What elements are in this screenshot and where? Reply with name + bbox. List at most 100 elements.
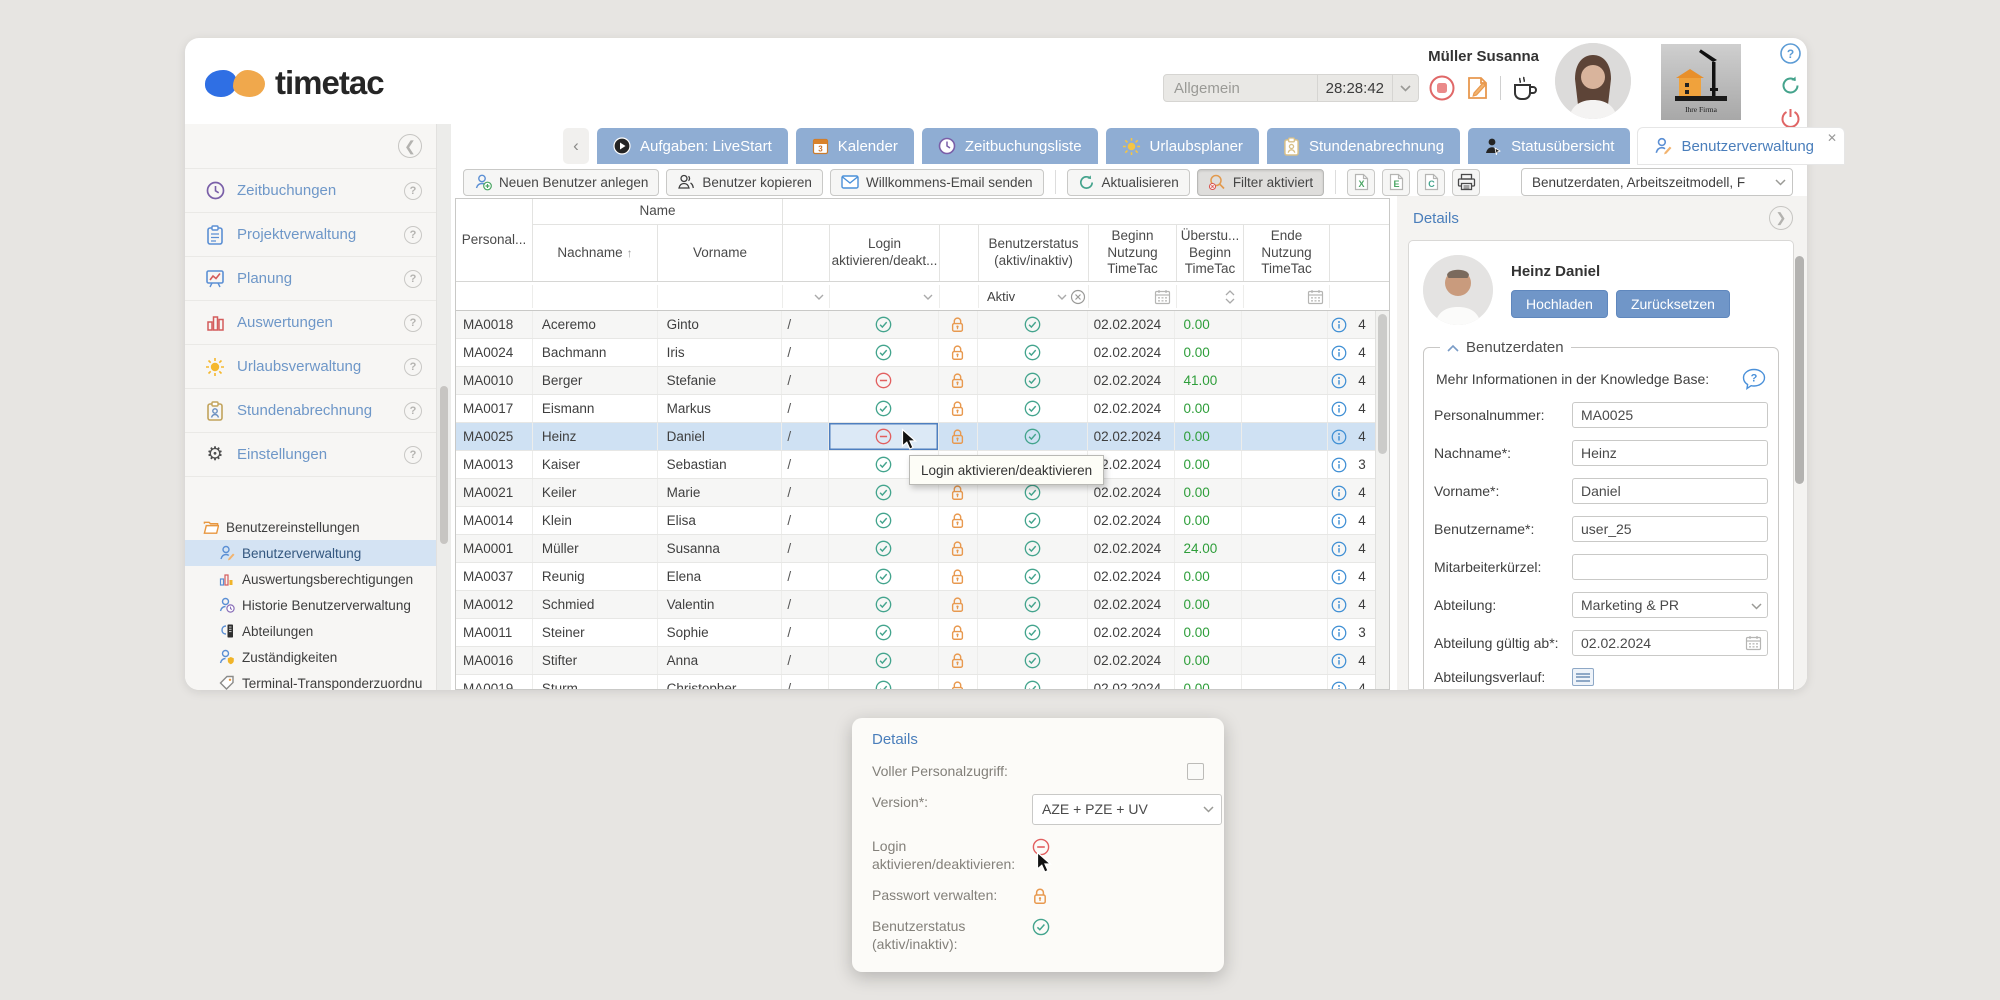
tab-kalender[interactable]: 3 Kalender xyxy=(796,128,914,164)
logout-power-icon[interactable] xyxy=(1780,107,1801,128)
help-icon[interactable]: ? xyxy=(1780,43,1801,64)
tree-item-zustaendigkeiten[interactable]: Zuständigkeiten xyxy=(185,644,436,670)
help-icon[interactable]: ? xyxy=(404,314,422,332)
abteilungsverlauf-icon[interactable] xyxy=(1572,668,1594,686)
cell-passwort-lock[interactable] xyxy=(939,339,978,366)
sidebar-scrollbar[interactable] xyxy=(437,124,451,690)
sidebar-item-urlaubsverwaltung[interactable]: Urlaubsverwaltung ? xyxy=(185,345,436,389)
tab-urlaubsplaner[interactable]: Urlaubsplaner xyxy=(1106,128,1259,164)
cell-status-toggle[interactable] xyxy=(978,591,1088,618)
sidebar-item-einstellungen[interactable]: ⚙ Einstellungen ? xyxy=(185,433,436,477)
table-row[interactable]: MA0001 Müller Susanna / 02.02.2024 xyxy=(456,535,1375,563)
tree-item-historie-benutzerverwaltung[interactable]: Historie Benutzerverwaltung xyxy=(185,592,436,618)
filter-beginn-date[interactable] xyxy=(1089,285,1177,308)
scrollbar-thumb[interactable] xyxy=(440,386,448,544)
help-bubble-icon[interactable]: ? xyxy=(1742,368,1766,390)
cell-status-toggle[interactable] xyxy=(978,563,1088,590)
cell-info[interactable] xyxy=(1328,367,1349,394)
filter-info[interactable] xyxy=(1330,285,1377,308)
cell-status-toggle[interactable] xyxy=(978,647,1088,674)
scrollbar-thumb[interactable] xyxy=(1378,314,1387,454)
column-header-ende[interactable]: Ende Nutzung TimeTac xyxy=(1244,225,1330,281)
reload-icon[interactable] xyxy=(1780,75,1801,96)
filter-login-dropdown[interactable] xyxy=(830,285,940,308)
cell-status-toggle[interactable] xyxy=(978,619,1088,646)
cell-login-toggle[interactable] xyxy=(829,339,939,366)
reset-button[interactable]: Zurücksetzen xyxy=(1616,290,1730,318)
cell-info[interactable] xyxy=(1328,507,1349,534)
scrollbar-thumb[interactable] xyxy=(1795,256,1804,484)
help-icon[interactable]: ? xyxy=(404,446,422,464)
benutzerdaten-legend[interactable]: Benutzerdaten xyxy=(1440,339,1571,356)
sidebar-item-auswertungen[interactable]: Auswertungen ? xyxy=(185,301,436,345)
column-header-passwort[interactable] xyxy=(940,225,979,281)
cell-login-toggle[interactable] xyxy=(829,535,939,562)
cell-status-toggle[interactable] xyxy=(978,535,1088,562)
task-name[interactable]: Allgemein xyxy=(1164,80,1317,97)
cell-login-toggle[interactable] xyxy=(829,563,939,590)
refresh-button[interactable]: Aktualisieren xyxy=(1067,169,1190,196)
tree-item-terminal-transponderzuordnung[interactable]: Terminal-Transponderzuordnu xyxy=(185,670,436,690)
column-header-ueberstunden[interactable]: Überstu... Beginn TimeTac xyxy=(1177,225,1244,281)
cell-info[interactable] xyxy=(1328,395,1349,422)
sidebar-item-planung[interactable]: Planung ? xyxy=(185,257,436,301)
filter-ende-date[interactable] xyxy=(1244,285,1330,308)
export-csv-button[interactable]: C xyxy=(1417,169,1445,196)
help-icon[interactable]: ? xyxy=(404,270,422,288)
tree-item-abteilungen[interactable]: Abteilungen xyxy=(185,618,436,644)
tab-zeitbuchungsliste[interactable]: Zeitbuchungsliste xyxy=(922,128,1098,164)
cell-info[interactable] xyxy=(1328,451,1349,478)
cell-info[interactable] xyxy=(1328,311,1349,338)
table-row[interactable]: MA0010 Berger Stefanie / 02.02.2024 xyxy=(456,367,1375,395)
clear-filter-icon[interactable] xyxy=(1070,289,1086,305)
table-row[interactable]: MA0014 Klein Elisa / 02.02.2024 xyxy=(456,507,1375,535)
vorname-input[interactable]: Daniel xyxy=(1572,478,1768,504)
help-icon[interactable]: ? xyxy=(404,226,422,244)
column-header-nachname[interactable]: Nachname↑ xyxy=(533,225,658,281)
cell-passwort-lock[interactable] xyxy=(939,619,978,646)
cell-login-toggle[interactable] xyxy=(829,367,939,394)
sidebar-item-projektverwaltung[interactable]: Projektverwaltung ? xyxy=(185,213,436,257)
nachname-input[interactable]: Heinz xyxy=(1572,440,1768,466)
cell-passwort-lock[interactable] xyxy=(939,395,978,422)
cell-login-toggle[interactable] xyxy=(829,675,939,689)
task-timer-widget[interactable]: Allgemein 28:28:42 xyxy=(1163,74,1419,102)
cell-status-toggle[interactable] xyxy=(978,367,1088,394)
cell-passwort-lock[interactable] xyxy=(939,423,978,450)
column-header-personalnummer[interactable]: Personal... xyxy=(456,199,533,281)
tab-statusuebersicht[interactable]: Statusübersicht xyxy=(1468,128,1630,164)
cell-info[interactable] xyxy=(1328,675,1349,689)
cell-passwort-lock[interactable] xyxy=(939,591,978,618)
user-avatar[interactable] xyxy=(1555,43,1631,119)
cell-info[interactable] xyxy=(1328,423,1349,450)
cell-info[interactable] xyxy=(1328,591,1349,618)
abteilung-select[interactable]: Marketing & PR xyxy=(1572,592,1768,618)
column-header-info[interactable] xyxy=(1330,225,1377,281)
filter-active-button[interactable]: Filter aktiviert xyxy=(1197,169,1324,196)
table-row[interactable]: MA0019 Sturm Christopher / 02.02.2024 xyxy=(456,675,1375,689)
cell-passwort-lock[interactable] xyxy=(939,535,978,562)
edit-note-icon[interactable] xyxy=(1465,75,1490,101)
help-icon[interactable]: ? xyxy=(404,182,422,200)
help-icon[interactable]: ? xyxy=(404,402,422,420)
table-row[interactable]: MA0011 Steiner Sophie / 02.02.2024 xyxy=(456,619,1375,647)
mitarbeiterkuerzel-input[interactable] xyxy=(1572,554,1768,580)
filter-vorname[interactable] xyxy=(658,285,783,308)
cell-login-toggle[interactable] xyxy=(829,311,939,338)
sidebar-item-stundenabrechnung[interactable]: Stundenabrechnung ? xyxy=(185,389,436,433)
sidebar-item-zeitbuchungen[interactable]: Zeitbuchungen ? xyxy=(185,169,436,213)
new-user-button[interactable]: Neuen Benutzer anlegen xyxy=(463,169,659,196)
table-row[interactable]: MA0037 Reunig Elena / 02.02.2024 xyxy=(456,563,1375,591)
stop-timer-icon[interactable] xyxy=(1429,75,1455,101)
cell-passwort-lock[interactable] xyxy=(939,675,978,689)
welcome-email-button[interactable]: Willkommens-Email senden xyxy=(830,169,1044,196)
cell-passwort-lock[interactable] xyxy=(939,367,978,394)
benutzername-input[interactable]: user_25 xyxy=(1572,516,1768,542)
help-icon[interactable]: ? xyxy=(404,358,422,376)
tree-item-benutzerverwaltung[interactable]: Benutzerverwaltung xyxy=(185,540,436,566)
status-active-icon[interactable] xyxy=(1032,918,1050,936)
tab-aufgaben-livestart[interactable]: Aufgaben: LiveStart xyxy=(597,128,788,164)
table-row[interactable]: MA0016 Stifter Anna / 02.02.2024 xyxy=(456,647,1375,675)
tab-benutzerverwaltung-active[interactable]: Benutzerverwaltung ✕ xyxy=(1638,128,1844,164)
table-row[interactable]: MA0024 Bachmann Iris / 02.02.2024 xyxy=(456,339,1375,367)
